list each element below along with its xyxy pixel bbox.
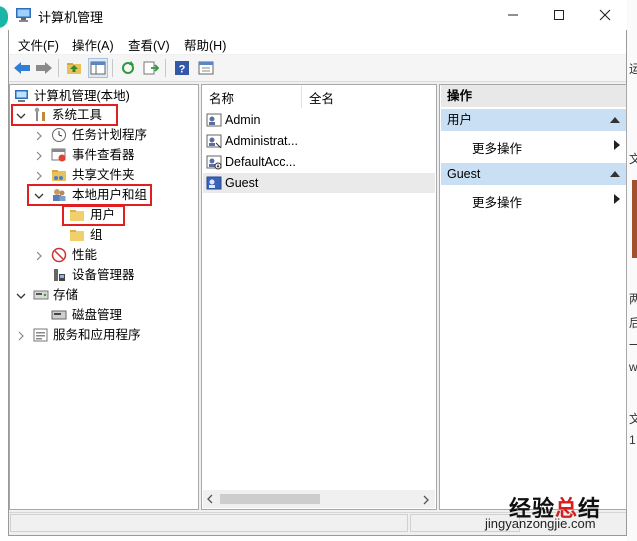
- export-list-button[interactable]: [141, 58, 161, 78]
- actions-section-users[interactable]: 用户: [441, 109, 626, 131]
- back-arrow-icon: [14, 62, 30, 74]
- menu-file[interactable]: 文件(F): [18, 35, 59, 54]
- disk-management-icon: [51, 310, 67, 320]
- chevron-right-icon[interactable]: [34, 251, 44, 261]
- help-button[interactable]: ?: [172, 58, 192, 78]
- highlight-box-system-tools: [11, 104, 118, 126]
- tree-item-groups[interactable]: 组: [90, 226, 103, 244]
- collapse-up-icon[interactable]: [610, 117, 620, 123]
- tree-item-services-and-applications[interactable]: 服务和应用程序: [53, 326, 141, 344]
- chevron-right-icon[interactable]: [34, 171, 44, 181]
- user-icon: [206, 113, 222, 127]
- column-header-name[interactable]: 名称: [209, 88, 234, 107]
- actions-section-users-label: 用户: [447, 113, 473, 127]
- more-actions-guest[interactable]: 更多操作: [472, 192, 522, 211]
- tree-item-task-scheduler[interactable]: 任务计划程序: [72, 126, 147, 144]
- up-folder-icon: [67, 63, 81, 74]
- computer-management-app-icon: [16, 8, 31, 22]
- toolbar-separator: [112, 59, 113, 77]
- minimize-icon: [508, 14, 518, 16]
- menu-view[interactable]: 查看(V): [128, 35, 170, 54]
- event-viewer-icon: [51, 148, 66, 162]
- close-button[interactable]: [582, 0, 628, 30]
- actions-header: 操作: [441, 85, 626, 107]
- user-icon: [206, 134, 222, 149]
- toolbar-separator: [58, 59, 59, 77]
- device-manager-icon: [54, 269, 65, 281]
- properties-button[interactable]: [196, 58, 216, 78]
- tree-item-shared-folders[interactable]: 共享文件夹: [72, 166, 135, 184]
- refresh-button[interactable]: [118, 58, 138, 78]
- chevron-right-icon[interactable]: [16, 331, 26, 341]
- chevron-right-icon[interactable]: [34, 151, 44, 161]
- user-name: Admin: [225, 113, 261, 127]
- menu-help[interactable]: 帮助(H): [184, 35, 226, 54]
- user-row[interactable]: Admin: [203, 110, 435, 130]
- show-hide-tree-icon: [90, 61, 106, 75]
- tree-item-storage[interactable]: 存储: [53, 286, 78, 304]
- help-icon: ?: [175, 61, 189, 76]
- scrollbar-thumb[interactable]: [220, 494, 320, 504]
- collapse-up-icon[interactable]: [610, 171, 620, 177]
- tree-item-device-manager[interactable]: 设备管理器: [72, 266, 135, 284]
- svg-text:?: ?: [179, 64, 186, 76]
- user-name: Administrat...: [225, 134, 298, 148]
- user-name: Guest: [225, 176, 259, 190]
- storage-icon: [33, 290, 49, 300]
- more-actions-users[interactable]: 更多操作: [472, 138, 522, 157]
- actions-section-guest-label: Guest: [447, 167, 481, 181]
- highlight-box-users: [62, 205, 125, 226]
- actions-pane: [439, 84, 627, 510]
- up-level-button[interactable]: [64, 58, 84, 78]
- services-icon: [33, 328, 48, 342]
- chevron-down-icon[interactable]: [16, 291, 26, 301]
- menu-action[interactable]: 操作(A): [72, 35, 114, 54]
- watermark-url: jingyanzongjie.com: [485, 516, 596, 531]
- chevron-right-icon[interactable]: [34, 131, 44, 141]
- submenu-arrow-icon: [614, 194, 620, 204]
- highlight-box-local-users-groups: [27, 184, 152, 206]
- maximize-button[interactable]: [536, 0, 582, 30]
- performance-icon: [51, 247, 67, 263]
- scroll-left-icon[interactable]: [205, 494, 215, 507]
- tree-item-event-viewer[interactable]: 事件查看器: [72, 146, 135, 164]
- window-title: 计算机管理: [38, 10, 104, 25]
- refresh-icon: [122, 61, 134, 74]
- status-bar-cell: [10, 514, 408, 532]
- clock-icon: [52, 128, 66, 142]
- user-icon: [206, 176, 222, 190]
- column-header-full-name[interactable]: 全名: [309, 88, 334, 107]
- user-name: DefaultAcc...: [225, 155, 296, 169]
- export-list-icon: [143, 61, 159, 75]
- forward-button[interactable]: [34, 58, 54, 78]
- submenu-arrow-icon: [614, 140, 620, 150]
- minimize-button[interactable]: [490, 0, 536, 30]
- background-window-edge: [0, 0, 8, 541]
- shared-folder-icon: [52, 170, 66, 181]
- back-button[interactable]: [12, 58, 32, 78]
- computer-management-icon: [15, 90, 28, 102]
- tree-item-computer-management-local[interactable]: 计算机管理(本地): [34, 87, 130, 105]
- maximize-icon: [554, 10, 564, 20]
- user-row-selected[interactable]: Guest: [203, 173, 435, 193]
- background-image-strip: [632, 180, 637, 258]
- user-row[interactable]: Administrat...: [203, 131, 435, 151]
- close-icon: [599, 9, 611, 21]
- folder-icon: [70, 230, 84, 241]
- forward-arrow-icon: [36, 62, 52, 74]
- tree-item-disk-management[interactable]: 磁盘管理: [72, 306, 122, 324]
- toolbar-separator: [165, 59, 166, 77]
- scroll-right-icon[interactable]: [421, 494, 431, 508]
- column-divider[interactable]: [301, 86, 302, 108]
- tree-item-performance[interactable]: 性能: [72, 246, 97, 264]
- background-window-right: 运 文 两 后 一 w 文 1: [627, 0, 637, 541]
- actions-section-guest[interactable]: Guest: [441, 163, 626, 185]
- disabled-user-icon: [206, 155, 222, 170]
- user-row[interactable]: DefaultAcc...: [203, 152, 435, 172]
- show-hide-console-tree-button[interactable]: [88, 58, 108, 78]
- properties-icon: [198, 61, 214, 75]
